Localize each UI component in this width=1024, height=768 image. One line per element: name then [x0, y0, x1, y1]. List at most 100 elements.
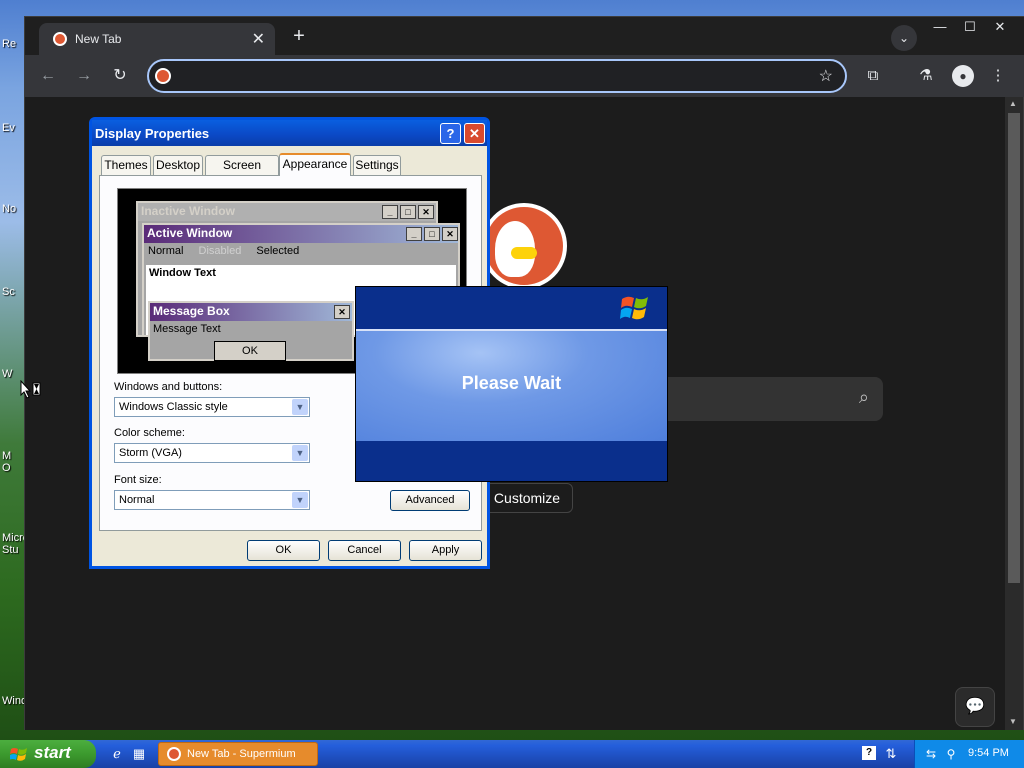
- duckduckgo-logo: [481, 203, 567, 289]
- customize-button[interactable]: Customize: [481, 483, 573, 513]
- start-label: start: [34, 743, 71, 762]
- message-box-title: Message Box ✕: [150, 303, 352, 321]
- message-box-title-text: Message Box: [153, 304, 230, 318]
- preview-ok-button: OK: [214, 341, 286, 361]
- desktop-icon-label[interactable]: Sc: [2, 286, 15, 298]
- scroll-up-icon[interactable]: ▲: [1009, 99, 1017, 108]
- labs-flask-icon[interactable]: ⚗: [915, 65, 937, 87]
- please-wait-text: Please Wait: [461, 373, 562, 393]
- color-scheme-select[interactable]: Storm (VGA) ▼: [114, 443, 310, 463]
- maximize-icon: □: [424, 227, 440, 241]
- please-wait-header: [356, 287, 667, 329]
- extensions-icon[interactable]: ⧉: [862, 65, 884, 87]
- tab-close-icon[interactable]: ✕: [252, 29, 265, 49]
- chevron-down-icon[interactable]: ▼: [292, 492, 308, 508]
- color-scheme-value: Storm (VGA): [119, 447, 182, 459]
- browser-toolbar: ← → ↻ ☆ ⧉ ⚗ ● ⋮: [25, 55, 1024, 97]
- preview-menu-bar: Normal Disabled Selected: [144, 243, 458, 261]
- address-bar[interactable]: ☆: [147, 59, 847, 93]
- page-scrollbar[interactable]: ▲ ▼: [1005, 97, 1023, 730]
- bookmark-star-icon[interactable]: ☆: [819, 66, 833, 86]
- duck-beak: [511, 247, 537, 259]
- maximize-icon: □: [400, 205, 416, 219]
- desktop-icon-label[interactable]: W: [2, 368, 12, 380]
- duckduckgo-favicon-icon: [53, 32, 67, 46]
- desktop-icon-label[interactable]: No: [2, 203, 16, 215]
- start-button[interactable]: start: [0, 740, 96, 768]
- chat-feedback-icon[interactable]: 💬: [955, 687, 995, 727]
- inactive-window-title: Inactive Window _ □ ✕: [138, 203, 436, 221]
- tab-themes[interactable]: Themes: [101, 155, 151, 175]
- duckduckgo-search-engine-icon: [155, 68, 171, 84]
- preview-message-box: Message Box ✕ Message Text OK: [148, 301, 354, 361]
- close-icon: ✕: [334, 305, 350, 319]
- apply-button[interactable]: Apply: [409, 540, 482, 561]
- close-icon: ✕: [418, 205, 434, 219]
- desktop-icon-label[interactable]: M O: [2, 450, 11, 474]
- show-desktop-icon[interactable]: ▦: [130, 745, 148, 763]
- forward-arrow-icon[interactable]: →: [73, 65, 95, 87]
- font-size-select[interactable]: Normal ▼: [114, 490, 310, 510]
- search-box[interactable]: ⌕: [645, 377, 883, 421]
- address-input[interactable]: [179, 66, 799, 86]
- minimize-button[interactable]: —: [925, 17, 955, 37]
- busy-cursor-icon: [20, 380, 41, 399]
- desktop-icon-label[interactable]: Re: [2, 38, 16, 50]
- network-icon[interactable]: ⇆: [923, 746, 939, 762]
- tab-desktop[interactable]: Desktop: [153, 155, 203, 175]
- color-scheme-label: Color scheme:: [114, 427, 185, 439]
- back-arrow-icon[interactable]: ←: [37, 65, 59, 87]
- help-tray-icon[interactable]: ?: [862, 746, 876, 760]
- browser-menu-icon[interactable]: ⋮: [987, 65, 1009, 87]
- close-icon: ✕: [442, 227, 458, 241]
- scroll-down-icon[interactable]: ▼: [1009, 717, 1017, 726]
- minimize-icon: _: [406, 227, 422, 241]
- menu-disabled: Disabled: [198, 245, 242, 257]
- tab-settings[interactable]: Settings: [353, 155, 401, 175]
- tab-screen-saver[interactable]: Screen Saver: [205, 155, 279, 190]
- windows-logo-icon: [620, 296, 648, 320]
- font-size-value: Normal: [119, 494, 155, 506]
- internet-explorer-icon[interactable]: ℯ: [108, 745, 126, 763]
- windows-buttons-select[interactable]: Windows Classic style ▼: [114, 397, 310, 417]
- new-tab-button[interactable]: +: [287, 25, 311, 49]
- maximize-button[interactable]: ☐: [955, 17, 985, 37]
- font-size-label: Font size:: [114, 474, 162, 486]
- search-icon[interactable]: ⌕: [859, 387, 869, 408]
- ok-button[interactable]: OK: [247, 540, 320, 561]
- chevron-down-icon[interactable]: ▼: [292, 399, 308, 415]
- profile-avatar-icon[interactable]: ●: [952, 65, 974, 87]
- inactive-window-title-text: Inactive Window: [141, 204, 235, 218]
- system-clock[interactable]: 9:54 PM: [968, 747, 1009, 759]
- windows-logo-icon: [10, 748, 27, 761]
- desktop-icon-label[interactable]: Ev: [2, 122, 15, 134]
- duckduckgo-favicon-icon: [167, 747, 181, 761]
- please-wait-body: Please Wait: [356, 331, 667, 441]
- tab-title: New Tab: [75, 32, 122, 46]
- language-bar-icon[interactable]: ⇅: [882, 745, 900, 763]
- message-text: Message Text: [153, 323, 221, 335]
- tab-new-tab[interactable]: New Tab ✕: [39, 23, 275, 55]
- dialog-title-text: Display Properties: [95, 126, 210, 141]
- cancel-button[interactable]: Cancel: [328, 540, 401, 561]
- dialog-title: Display Properties ? ✕: [92, 120, 487, 146]
- minimize-icon: _: [382, 205, 398, 219]
- taskbar-item-supermium[interactable]: New Tab - Supermium: [158, 742, 318, 766]
- menu-normal: Normal: [148, 245, 184, 257]
- reload-icon[interactable]: ↻: [109, 65, 131, 87]
- menu-selected: Selected: [256, 245, 300, 257]
- tab-appearance[interactable]: Appearance: [279, 153, 351, 176]
- active-window-title: Active Window _ □ ✕: [144, 225, 458, 243]
- volume-icon[interactable]: ⚲: [943, 746, 959, 762]
- dialog-close-icon[interactable]: ✕: [464, 123, 485, 144]
- please-wait-window: Please Wait: [355, 286, 668, 482]
- tab-strip: New Tab ✕ + ⌄ — ☐ ✕: [25, 17, 1024, 55]
- window-close-button[interactable]: ✕: [985, 17, 1015, 37]
- advanced-button[interactable]: Advanced: [390, 490, 470, 511]
- help-icon[interactable]: ?: [440, 123, 461, 144]
- chevron-down-icon[interactable]: ▼: [292, 445, 308, 461]
- taskbar-item-title: New Tab - Supermium: [187, 748, 296, 760]
- tab-search-button[interactable]: ⌄: [891, 25, 917, 51]
- windows-buttons-value: Windows Classic style: [119, 401, 228, 413]
- scroll-thumb[interactable]: [1008, 113, 1020, 583]
